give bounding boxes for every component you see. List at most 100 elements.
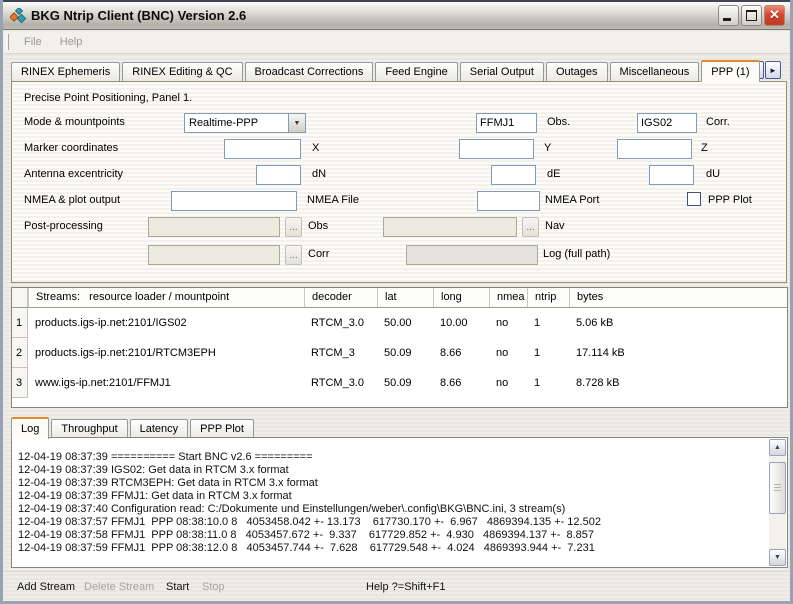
mode-combobox[interactable]: Realtime-PPP ▼: [184, 113, 306, 133]
log-line: 12-04-19 08:37:58 FFMJ1 PPP 08:38:11.0 8…: [18, 529, 762, 542]
tab-broadcast-corrections[interactable]: Broadcast Corrections: [245, 62, 374, 81]
obs-mountpoint-input[interactable]: [476, 113, 537, 133]
header-ntrip: ntrip: [527, 288, 569, 307]
antenna-excentricity-label: Antenna excentricity: [24, 168, 123, 180]
table-row[interactable]: 1 products.igs-ip.net:2101/IGS02 RTCM_3.…: [12, 308, 787, 338]
du-label: dU: [706, 168, 720, 180]
dn-label: dN: [312, 168, 326, 180]
post-log-input: [406, 245, 538, 265]
cell-resource: products.igs-ip.net:2101/RTCM3EPH: [28, 347, 304, 359]
action-bar: Add Stream Delete Stream Start Stop Help…: [3, 571, 790, 601]
cell-ntrip: 1: [527, 317, 569, 329]
ppp-plot-label: PPP Plot: [708, 194, 752, 206]
header-long: long: [433, 288, 489, 307]
panel-caption: Precise Point Positioning, Panel 1.: [24, 92, 192, 104]
marker-z-input[interactable]: [617, 139, 692, 159]
log-text-area: 12-04-19 08:37:39 ========== Start BNC v…: [12, 438, 768, 567]
nmea-port-input[interactable]: [477, 191, 540, 211]
table-row[interactable]: 3 www.igs-ip.net:2101/FFMJ1 RTCM_3.0 50.…: [12, 368, 787, 398]
cell-bytes: 8.728 kB: [569, 377, 787, 389]
nmea-file-input[interactable]: [171, 191, 297, 211]
scrollbar-thumb[interactable]: [769, 462, 786, 514]
chevron-down-icon: ▼: [774, 554, 781, 561]
cell-long: 8.66: [433, 347, 489, 359]
nmea-plot-output-label: NMEA & plot output: [24, 194, 120, 206]
ppp-plot-checkbox[interactable]: [687, 192, 701, 206]
tab-scroll-right-button[interactable]: ►: [765, 61, 781, 79]
titlebar: BKG Ntrip Client (BNC) Version 2.6 ✕: [3, 0, 790, 30]
tab-feed-engine[interactable]: Feed Engine: [375, 62, 457, 81]
chevron-up-icon: ▲: [774, 444, 781, 451]
post-nav-browse-button[interactable]: ...: [522, 217, 539, 237]
row-number: 3: [12, 368, 28, 398]
tab-latency[interactable]: Latency: [130, 419, 189, 438]
close-button[interactable]: ✕: [764, 5, 785, 26]
post-corr-browse-button[interactable]: ...: [285, 245, 302, 265]
help-shortcut-button[interactable]: Help ?=Shift+F1: [366, 581, 446, 593]
tab-outages[interactable]: Outages: [546, 62, 608, 81]
log-line: 12-04-19 08:37:39 ========== Start BNC v…: [18, 451, 762, 464]
app-icon: [10, 8, 26, 24]
cell-ntrip: 1: [527, 377, 569, 389]
start-button[interactable]: Start: [166, 581, 189, 593]
cell-long: 10.00: [433, 317, 489, 329]
window-title: BKG Ntrip Client (BNC) Version 2.6: [31, 8, 246, 23]
header-streams: Streams: resource loader / mountpoint: [28, 288, 304, 307]
maximize-button[interactable]: [741, 5, 762, 26]
tab-miscellaneous[interactable]: Miscellaneous: [610, 62, 700, 81]
log-line: 12-04-19 08:37:57 FFMJ1 PPP 08:38:10.0 8…: [18, 516, 762, 529]
menu-file[interactable]: File: [15, 33, 51, 51]
tab-rinex-ephemeris[interactable]: RINEX Ephemeris: [11, 62, 120, 81]
y-label: Y: [544, 142, 551, 154]
post-obs-input: [148, 217, 280, 237]
log-pane: 12-04-19 08:37:39 ========== Start BNC v…: [11, 437, 788, 568]
corr-mountpoint-input[interactable]: [637, 113, 697, 133]
ppp-panel: Precise Point Positioning, Panel 1. Mode…: [11, 81, 787, 283]
row-number: 1: [12, 308, 28, 338]
tab-log[interactable]: Log: [11, 417, 49, 439]
antenna-de-input[interactable]: [491, 165, 536, 185]
post-nav-input: [383, 217, 517, 237]
cell-decoder: RTCM_3.0: [304, 317, 377, 329]
stop-button: Stop: [202, 581, 225, 593]
post-processing-label: Post-processing: [24, 220, 103, 232]
mode-mountpoints-label: Mode & mountpoints: [24, 116, 125, 128]
tab-rinex-editing-qc[interactable]: RINEX Editing & QC: [122, 62, 242, 81]
row-number: 2: [12, 338, 28, 368]
log-line: 12-04-19 08:37:40 Configuration read: C:…: [18, 503, 762, 516]
minimize-icon: [723, 18, 731, 21]
scroll-down-button[interactable]: ▼: [769, 549, 786, 566]
post-log-label: Log (full path): [543, 248, 610, 260]
minimize-button[interactable]: [718, 5, 739, 26]
table-row[interactable]: 2 products.igs-ip.net:2101/RTCM3EPH RTCM…: [12, 338, 787, 368]
cell-resource: products.igs-ip.net:2101/IGS02: [28, 317, 304, 329]
post-nav-label: Nav: [545, 220, 565, 232]
antenna-dn-input[interactable]: [256, 165, 301, 185]
maximize-icon: [746, 10, 757, 21]
nmea-port-label: NMEA Port: [545, 194, 599, 206]
log-scrollbar[interactable]: ▲ ▼: [769, 439, 786, 566]
tab-ppp-1[interactable]: PPP (1): [701, 60, 759, 82]
tab-serial-output[interactable]: Serial Output: [460, 62, 544, 81]
delete-stream-button: Delete Stream: [84, 581, 154, 593]
post-corr-input: [148, 245, 280, 265]
scroll-up-button[interactable]: ▲: [769, 439, 786, 456]
tab-ppp-plot[interactable]: PPP Plot: [190, 419, 254, 438]
cell-long: 8.66: [433, 377, 489, 389]
antenna-du-input[interactable]: [649, 165, 694, 185]
de-label: dE: [547, 168, 560, 180]
cell-decoder: RTCM_3: [304, 347, 377, 359]
log-line: 12-04-19 08:37:59 FFMJ1 PPP 08:38:12.0 8…: [18, 542, 762, 555]
log-line: 12-04-19 08:37:39 IGS02: Get data in RTC…: [18, 464, 762, 477]
marker-x-input[interactable]: [224, 139, 301, 159]
cell-lat: 50.09: [377, 377, 433, 389]
tab-throughput[interactable]: Throughput: [51, 419, 127, 438]
combo-dropdown-button[interactable]: ▼: [288, 114, 305, 132]
menu-help[interactable]: Help: [51, 33, 92, 51]
add-stream-button[interactable]: Add Stream: [17, 581, 75, 593]
marker-y-input[interactable]: [459, 139, 534, 159]
cell-nmea: no: [489, 317, 527, 329]
post-obs-browse-button[interactable]: ...: [285, 217, 302, 237]
mode-combobox-value: Realtime-PPP: [185, 117, 288, 129]
header-decoder: decoder: [304, 288, 377, 307]
